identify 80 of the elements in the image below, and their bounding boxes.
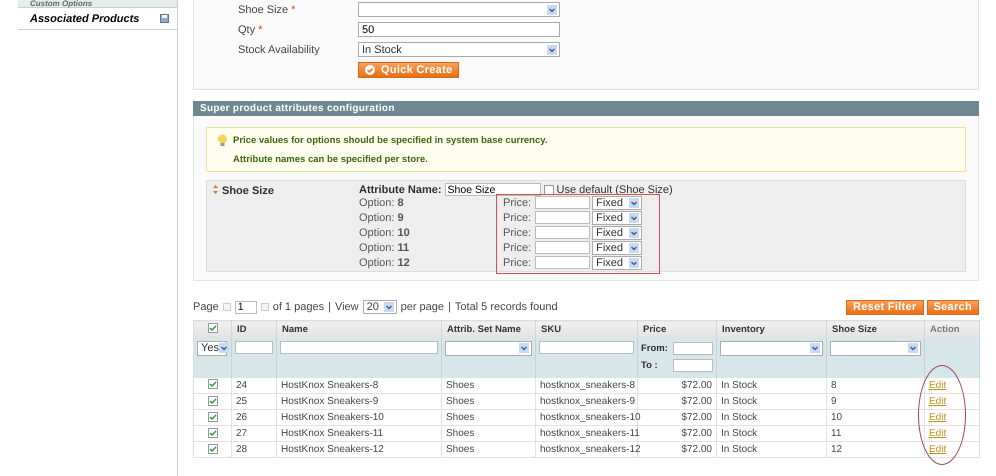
table-cell: 12 bbox=[826, 442, 924, 458]
table-cell: Shoes bbox=[442, 378, 536, 394]
price-label: Price: bbox=[503, 212, 532, 224]
pager-text: View bbox=[334, 301, 359, 313]
price-label: Price: bbox=[503, 196, 532, 208]
table-cell: HostKnox Sneakers-8 bbox=[276, 378, 442, 394]
column-header[interactable]: Attrib. Set Name bbox=[442, 320, 536, 338]
table-cell: In Stock bbox=[716, 426, 826, 442]
pager-text: of 1 pages bbox=[272, 301, 324, 313]
table-cell: HostKnox Sneakers-11 bbox=[276, 426, 442, 442]
table-cell: Shoes bbox=[442, 410, 536, 426]
page-input[interactable]: 1 bbox=[234, 300, 257, 314]
table-cell: $72.00 bbox=[638, 394, 716, 410]
notice-text: Attribute names can be specified per store. bbox=[233, 154, 428, 165]
input-field[interactable]: 50 bbox=[358, 22, 560, 37]
table-cell: hostknox_sneakers-8 bbox=[536, 378, 638, 394]
table-cell: 11 bbox=[826, 426, 924, 442]
option-label: Option: 9 bbox=[359, 211, 405, 226]
price-label: Price: bbox=[503, 242, 532, 254]
price-type-select[interactable]: Fixed bbox=[592, 256, 642, 270]
price-type-select[interactable]: Fixed bbox=[592, 196, 642, 210]
table-cell: Shoes bbox=[442, 442, 536, 458]
table-cell: 26 bbox=[232, 410, 276, 426]
option-label: Option: 11 bbox=[359, 241, 410, 256]
option-label: Option: 12 bbox=[359, 256, 411, 271]
select-field[interactable]: In Stock bbox=[358, 42, 560, 57]
pager-text: Page bbox=[193, 301, 219, 313]
table-cell: 9 bbox=[826, 394, 924, 410]
column-header[interactable]: ID bbox=[232, 320, 276, 338]
table-cell: 28 bbox=[232, 442, 276, 458]
table-cell: HostKnox Sneakers-10 bbox=[276, 410, 442, 426]
per-page-select[interactable]: 20 bbox=[362, 300, 397, 314]
field-label: Stock Availability bbox=[238, 44, 321, 56]
table-cell: hostknox_sneakers-11 bbox=[536, 426, 638, 442]
table-cell: hostknox_sneakers-9 bbox=[536, 394, 638, 410]
table-cell: HostKnox Sneakers-12 bbox=[276, 442, 442, 458]
column-header[interactable]: SKU bbox=[536, 320, 638, 338]
notice-text: Price values for options should be specified in system base currency. bbox=[233, 134, 548, 146]
table-cell: Shoes bbox=[442, 426, 536, 442]
table-cell: In Stock bbox=[716, 378, 826, 394]
price-type-select[interactable]: Fixed bbox=[592, 240, 642, 254]
price-label: Price: bbox=[503, 226, 532, 238]
table-cell: 27 bbox=[232, 426, 276, 442]
table-cell: 25 bbox=[232, 394, 276, 410]
separator: | bbox=[328, 301, 331, 313]
column-header[interactable]: Price bbox=[638, 320, 716, 338]
table-cell: 10 bbox=[826, 410, 924, 426]
filter-label: From: bbox=[641, 342, 668, 354]
table-cell: Shoes bbox=[442, 394, 536, 410]
sidebar-tab[interactable]: Associated Products bbox=[18, 8, 178, 30]
attribute-name-input[interactable]: Shoe Size bbox=[444, 183, 541, 196]
attribute-label: Shoe Size bbox=[222, 185, 274, 197]
separator: | bbox=[448, 301, 451, 313]
pager-text: per page bbox=[400, 301, 444, 313]
sidebar-tab[interactable]: Custom Options bbox=[18, 0, 178, 8]
table-cell: 8 bbox=[826, 378, 924, 394]
option-label: Option: 10 bbox=[359, 226, 411, 241]
section-header: Super product attributes configuration bbox=[193, 101, 979, 116]
table-cell: $72.00 bbox=[638, 378, 716, 394]
column-header[interactable]: Shoe Size bbox=[826, 320, 924, 338]
option-label: Option: 8 bbox=[359, 196, 405, 211]
field-label: Shoe Size * bbox=[238, 4, 296, 16]
use-default-label: Use default (Shoe Size) bbox=[556, 184, 673, 196]
table-cell: hostknox_sneakers-12 bbox=[536, 442, 638, 458]
filter-select[interactable]: Yes bbox=[197, 340, 227, 356]
records-count: Total 5 records found bbox=[454, 301, 558, 313]
column-header[interactable]: Name bbox=[276, 320, 442, 338]
table-cell: HostKnox Sneakers-9 bbox=[276, 394, 442, 410]
attribute-name-label: Attribute Name: bbox=[359, 184, 442, 196]
table-cell: In Stock bbox=[716, 410, 826, 426]
table-cell: In Stock bbox=[716, 394, 826, 410]
table-cell: In Stock bbox=[716, 442, 826, 458]
price-type-select[interactable]: Fixed bbox=[592, 226, 642, 240]
column-header[interactable]: Action bbox=[924, 320, 980, 338]
table-cell: 24 bbox=[232, 378, 276, 394]
price-type-select[interactable]: Fixed bbox=[592, 210, 642, 224]
price-label: Price: bbox=[503, 256, 532, 268]
column-header[interactable]: Inventory bbox=[716, 320, 826, 338]
filter-label: To : bbox=[641, 360, 658, 370]
field-label: Qty * bbox=[238, 24, 264, 36]
